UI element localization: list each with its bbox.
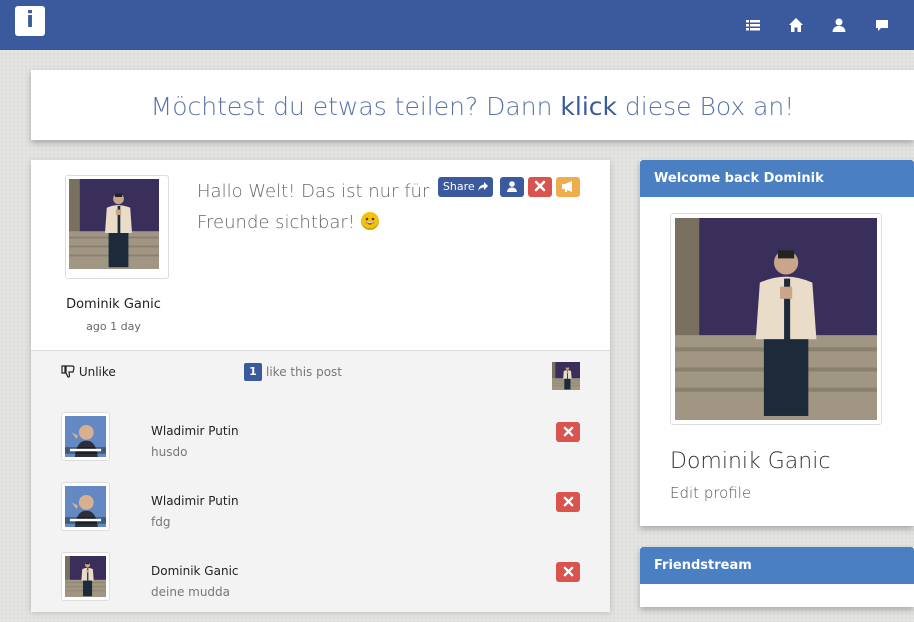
likes-text: like this post [266,365,343,379]
likes-count-badge: 1 [244,363,262,381]
profile-name: Dominik Ganic [670,449,831,474]
comment-avatar[interactable] [61,552,110,601]
post-card: Dominik Ganic ago 1 day Hallo Welt! Das … [31,160,610,612]
share-prompt-klick: klick [560,92,617,121]
avatar-photo [65,416,106,457]
top-navbar: i [0,0,914,50]
comment-text: deine mudda [151,585,231,599]
friendstream-panel-heading: Friendstream [640,547,914,584]
report-button[interactable] [556,177,580,197]
avatar-photo [69,179,159,269]
user-icon [507,181,517,192]
delete-comment-button[interactable] [556,492,580,512]
share-button[interactable]: Share [438,177,493,197]
avatar-photo [65,556,106,597]
delete-post-button[interactable] [528,177,552,197]
avatar-photo [65,486,106,527]
megaphone-icon [562,181,572,192]
comment-author[interactable]: Wladimir Putin [151,494,239,508]
grinning-face-icon [360,212,379,230]
thumbs-down-icon [61,365,75,378]
close-icon [563,426,573,437]
close-icon [534,180,546,192]
welcome-panel: Welcome back Dominik Dominik Ganic Edit … [640,160,914,526]
likes-bar: Unlike 1 like this post [31,350,610,403]
comment-avatar[interactable] [61,412,110,461]
post-body: Hallo Welt! Das ist nur für Freunde sich… [197,176,437,238]
share-prompt-box[interactable]: Möchtest du etwas teilen? Dann klick die… [31,70,914,140]
close-icon [563,566,573,577]
post-text: Hallo Welt! Das ist nur für Freunde sich… [197,181,430,233]
comment-text: husdo [151,445,188,459]
unlike-label: Unlike [78,365,116,379]
share-arrow-icon [478,182,489,191]
post-timestamp: ago 1 day [86,320,141,333]
comment-author[interactable]: Wladimir Putin [151,424,239,438]
comment-avatar[interactable] [61,482,110,531]
welcome-panel-heading: Welcome back Dominik [640,160,914,197]
delete-comment-button[interactable] [556,422,580,442]
delete-comment-button[interactable] [556,562,580,582]
profile-photo[interactable] [670,213,882,425]
edit-profile-link[interactable]: Edit profile [670,484,751,502]
brand-logo[interactable]: i [15,6,45,36]
friendstream-panel: Friendstream [640,547,914,607]
chat-icon[interactable] [874,17,890,33]
home-icon[interactable] [788,17,804,33]
comment-item: Dominik Ganic deine mudda [31,552,610,622]
post-author-avatar[interactable] [65,175,169,279]
avatar-photo [675,218,877,420]
close-icon [563,496,573,507]
comment-author[interactable]: Dominik Ganic [151,564,239,578]
unlike-button[interactable]: Unlike [61,365,116,379]
share-prompt-text-before: Möchtest du etwas teilen? Dann [150,92,561,121]
post-author-name[interactable]: Dominik Ganic [31,297,196,312]
liker-avatar[interactable] [552,362,580,390]
list-icon[interactable] [745,17,761,33]
comment-item: Wladimir Putin fdg [31,482,610,552]
comments-list: Wladimir Putin husdo Wladimir Putin fdg [31,402,610,612]
comment-text: fdg [151,515,171,529]
share-prompt-text-after: diese Box an! [616,92,795,121]
share-button-label: Share [442,180,475,193]
user-icon[interactable] [831,17,847,33]
profile-button[interactable] [500,177,524,197]
comment-item: Wladimir Putin husdo [31,412,610,482]
